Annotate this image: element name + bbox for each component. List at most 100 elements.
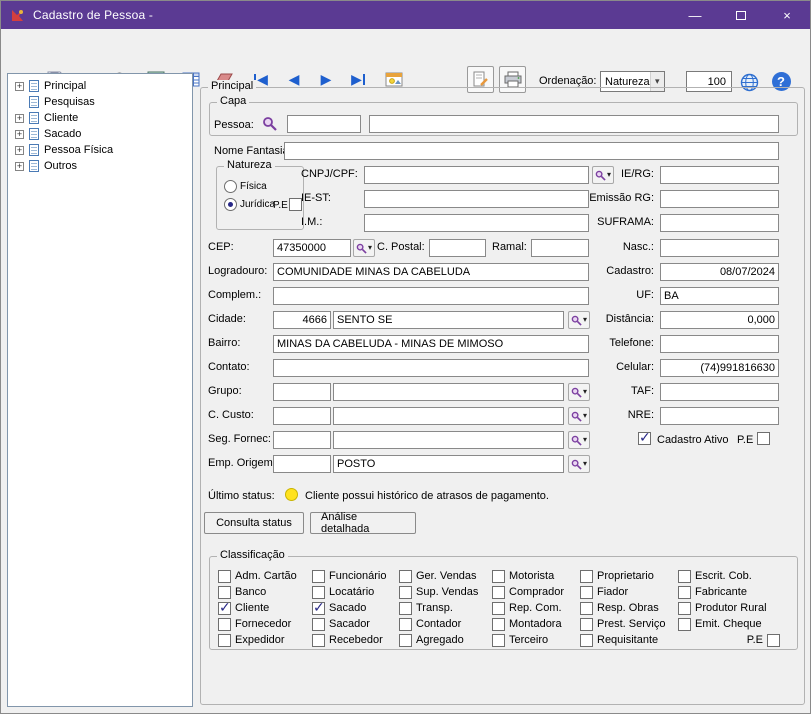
checkbox-icon[interactable] — [678, 586, 691, 599]
maximize-button[interactable] — [718, 1, 764, 29]
nasc-input[interactable] — [660, 239, 779, 257]
classificacao-option[interactable]: Terceiro — [492, 632, 580, 648]
checkbox-icon[interactable] — [399, 602, 412, 615]
cidade-name-input[interactable] — [333, 311, 564, 329]
taf-input[interactable] — [660, 383, 779, 401]
emissao-rg-input[interactable] — [660, 190, 779, 208]
classificacao-option[interactable]: Banco — [218, 584, 312, 600]
consulta-status-button[interactable]: Consulta status — [204, 512, 304, 534]
tree-item[interactable]: +Outros — [10, 158, 192, 174]
classificacao-option[interactable]: Fiador — [580, 584, 678, 600]
suframa-input[interactable] — [660, 214, 779, 232]
checkbox-icon[interactable] — [218, 602, 231, 615]
checkbox-icon[interactable] — [580, 586, 593, 599]
checkbox-icon[interactable] — [399, 570, 412, 583]
checkbox-icon[interactable] — [678, 570, 691, 583]
checkbox-icon[interactable] — [580, 570, 593, 583]
classificacao-option[interactable]: Montadora — [492, 616, 580, 632]
classificacao-pe[interactable]: P.E — [678, 632, 782, 648]
bairro-input[interactable] — [273, 335, 589, 353]
classificacao-option[interactable]: Locatário — [312, 584, 399, 600]
checkbox-icon[interactable] — [312, 618, 325, 631]
seg-fornec-name-input[interactable] — [333, 431, 564, 449]
checkbox-icon[interactable] — [399, 586, 412, 599]
checkbox-icon[interactable] — [492, 602, 505, 615]
classificacao-option[interactable]: Ger. Vendas — [399, 568, 492, 584]
tree-item[interactable]: Pesquisas — [10, 94, 192, 110]
checkbox-icon[interactable] — [678, 602, 691, 615]
tree-item[interactable]: +Sacado — [10, 126, 192, 142]
expand-icon[interactable]: + — [15, 82, 24, 91]
logradouro-input[interactable] — [273, 263, 589, 281]
classificacao-option[interactable]: Escrit. Cob. — [678, 568, 782, 584]
cep-search-button[interactable]: ▾ — [353, 239, 375, 257]
classificacao-option[interactable]: Contador — [399, 616, 492, 632]
expand-icon[interactable]: + — [15, 146, 24, 155]
classificacao-option[interactable]: Proprietario — [580, 568, 678, 584]
classificacao-option[interactable]: Rep. Com. — [492, 600, 580, 616]
minimize-button[interactable]: — — [672, 1, 718, 29]
classificacao-option[interactable]: Sup. Vendas — [399, 584, 492, 600]
tree-panel[interactable]: +PrincipalPesquisas+Cliente+Sacado+Pesso… — [7, 73, 193, 707]
checkbox-icon[interactable] — [312, 586, 325, 599]
juridica-radio[interactable] — [224, 198, 237, 211]
classificacao-option[interactable]: Prest. Serviço — [580, 616, 678, 632]
emp-origem-name-input[interactable] — [333, 455, 564, 473]
cadastro-pe-checkbox[interactable] — [757, 432, 770, 445]
classificacao-option[interactable]: Requisitante — [580, 632, 678, 648]
classificacao-option[interactable]: Adm. Cartão — [218, 568, 312, 584]
c-custo-name-input[interactable] — [333, 407, 564, 425]
classificacao-option[interactable]: Resp. Obras — [580, 600, 678, 616]
c-custo-code-input[interactable] — [273, 407, 331, 425]
checkbox-icon[interactable] — [399, 618, 412, 631]
checkbox-icon[interactable] — [399, 634, 412, 647]
classificacao-option[interactable]: Recebedor — [312, 632, 399, 648]
checkbox-icon[interactable] — [492, 618, 505, 631]
uf-input[interactable] — [660, 287, 779, 305]
celular-input[interactable] — [660, 359, 779, 377]
emp-origem-code-input[interactable] — [273, 455, 331, 473]
seg-fornec-search-button[interactable]: ▾ — [568, 431, 590, 449]
classificacao-option[interactable]: Agregado — [399, 632, 492, 648]
checkbox-icon[interactable] — [492, 570, 505, 583]
checkbox-icon[interactable] — [580, 618, 593, 631]
nre-input[interactable] — [660, 407, 779, 425]
close-button[interactable]: × — [764, 1, 810, 29]
cidade-code-input[interactable] — [273, 311, 331, 329]
checkbox-icon[interactable] — [218, 586, 231, 599]
classificacao-option[interactable]: Funcionário — [312, 568, 399, 584]
tree-item[interactable]: +Principal — [10, 78, 192, 94]
pessoa-search-icon[interactable] — [260, 114, 280, 134]
distancia-input[interactable] — [660, 311, 779, 329]
emp-origem-search-button[interactable]: ▾ — [568, 455, 590, 473]
expand-icon[interactable]: + — [15, 130, 24, 139]
grupo-name-input[interactable] — [333, 383, 564, 401]
expand-icon[interactable]: + — [15, 114, 24, 123]
telefone-input[interactable] — [660, 335, 779, 353]
cadastro-input[interactable] — [660, 263, 779, 281]
c-postal-input[interactable] — [429, 239, 486, 257]
analise-detalhada-button[interactable]: Análise detalhada — [310, 512, 416, 534]
seg-fornec-code-input[interactable] — [273, 431, 331, 449]
checkbox-icon[interactable] — [492, 586, 505, 599]
ierg-input[interactable] — [660, 166, 779, 184]
classificacao-option[interactable]: Emit. Cheque — [678, 616, 782, 632]
classificacao-option[interactable]: Cliente — [218, 600, 312, 616]
fisica-radio[interactable] — [224, 180, 237, 193]
nome-fantasia-input[interactable] — [284, 142, 779, 160]
tree-item[interactable]: +Pessoa Física — [10, 142, 192, 158]
checkbox-icon[interactable] — [218, 570, 231, 583]
checkbox-icon[interactable] — [218, 618, 231, 631]
checkbox-icon[interactable] — [312, 634, 325, 647]
complem-input[interactable] — [273, 287, 589, 305]
checkbox-icon[interactable] — [312, 570, 325, 583]
classificacao-option[interactable]: Motorista — [492, 568, 580, 584]
cep-input[interactable] — [273, 239, 351, 257]
classificacao-option[interactable]: Fabricante — [678, 584, 782, 600]
pessoa-code-input[interactable] — [287, 115, 361, 133]
grupo-code-input[interactable] — [273, 383, 331, 401]
im-input[interactable] — [364, 214, 589, 232]
classificacao-option[interactable]: Comprador — [492, 584, 580, 600]
checkbox-icon[interactable] — [580, 602, 593, 615]
classificacao-option[interactable]: Expedidor — [218, 632, 312, 648]
